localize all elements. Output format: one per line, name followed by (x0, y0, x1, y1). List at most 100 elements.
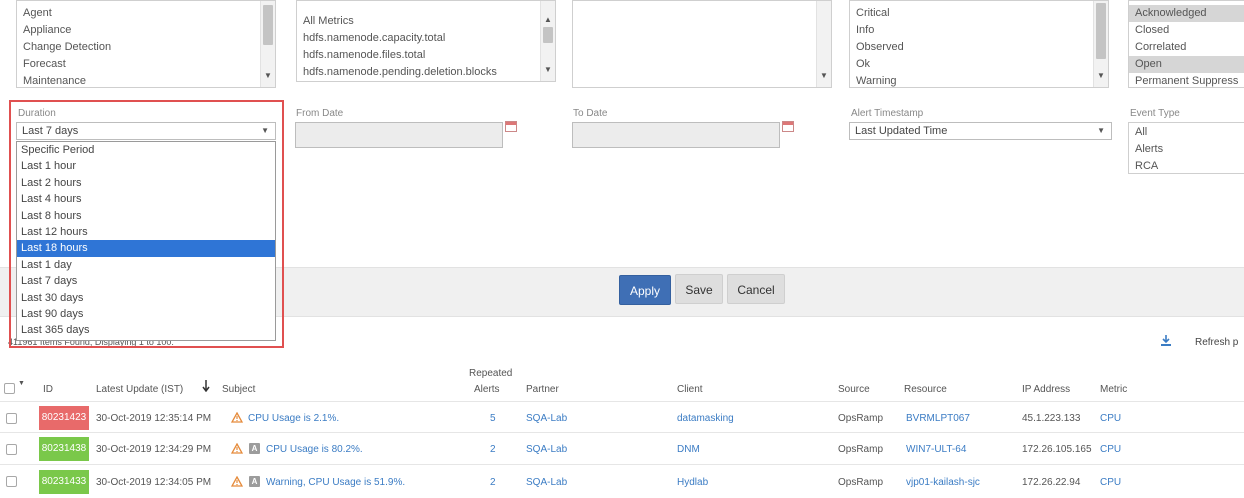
resource-link[interactable]: vjp01-kailash-sjc (906, 477, 980, 488)
duration-select[interactable]: Last 7 days ▼ (16, 122, 276, 140)
status-listbox[interactable]: Acknowledged Closed Correlated Open Perm… (1128, 0, 1244, 88)
status-option[interactable]: Closed (1129, 22, 1244, 39)
repeated-count[interactable]: 2 (490, 477, 496, 488)
severity-option[interactable]: Ok (850, 56, 1094, 73)
duration-option[interactable]: Last 8 hours (17, 208, 275, 224)
source-option[interactable]: Agent (17, 5, 261, 22)
apply-button[interactable]: Apply (619, 275, 671, 305)
duration-dropdown[interactable]: Specific Period Last 1 hour Last 2 hours… (16, 141, 276, 341)
metric-link[interactable]: CPU (1100, 413, 1121, 424)
severity-option[interactable]: Critical (850, 5, 1094, 22)
source-option[interactable]: Maintenance (17, 73, 261, 87)
status-option[interactable]: Acknowledged (1129, 5, 1244, 22)
duration-option[interactable]: Last 1 day (17, 257, 275, 273)
column-header-resource[interactable]: Resource (904, 384, 947, 395)
severity-listbox[interactable]: Critical Info Observed Ok Warning ▼ (849, 0, 1109, 88)
duration-option[interactable]: Specific Period (17, 142, 275, 158)
resource-link[interactable]: BVRMLPT067 (906, 413, 970, 424)
event-type-option[interactable]: Alerts (1129, 141, 1244, 158)
status-option[interactable]: Correlated (1129, 39, 1244, 56)
ip-address: 172.26.105.165 (1022, 444, 1092, 455)
select-all-checkbox[interactable] (4, 383, 15, 394)
resource-link[interactable]: WIN7-ULT-64 (906, 444, 966, 455)
client-link[interactable]: Hydlab (677, 477, 708, 488)
column-header-repeated[interactable]: Repeated (469, 368, 512, 379)
column-header-metric[interactable]: Metric (1100, 384, 1127, 395)
status-option[interactable]: Permanent Suppress (1129, 73, 1244, 87)
metric-link[interactable]: CPU (1100, 477, 1121, 488)
caret-down-icon[interactable]: ▼ (18, 380, 25, 387)
severity-option[interactable]: Observed (850, 39, 1094, 56)
scroll-up-icon[interactable]: ▲ (541, 15, 555, 25)
duration-option[interactable]: Last 12 hours (17, 224, 275, 240)
alert-subject[interactable]: CPU Usage is 2.1%. (248, 413, 339, 424)
event-type-option[interactable]: RCA (1129, 158, 1244, 173)
duration-option[interactable]: Last 30 days (17, 290, 275, 306)
alert-timestamp-select[interactable]: Last Updated Time ▼ (849, 122, 1112, 140)
repeated-count[interactable]: 2 (490, 444, 496, 455)
row-checkbox[interactable] (6, 444, 17, 455)
alert-subject[interactable]: CPU Usage is 80.2%. (266, 444, 363, 455)
severity-option[interactable]: Info (850, 22, 1094, 39)
alert-id[interactable]: 80231438 (39, 437, 89, 461)
metric-link[interactable]: CPU (1100, 444, 1121, 455)
column-header-client[interactable]: Client (677, 384, 703, 395)
from-date-input[interactable] (295, 122, 503, 148)
column-header-partner[interactable]: Partner (526, 384, 559, 395)
source-listbox[interactable]: Agent Appliance Change Detection Forecas… (16, 0, 276, 88)
scroll-down-icon[interactable]: ▼ (261, 71, 275, 81)
metric-scrollbar[interactable]: ▲ ▼ (540, 1, 555, 81)
scroll-down-icon[interactable]: ▼ (541, 65, 555, 75)
duration-option[interactable]: Last 1 hour (17, 158, 275, 174)
alert-subject[interactable]: Warning, CPU Usage is 51.9%. (266, 477, 405, 488)
partner-link[interactable]: SQA-Lab (526, 413, 567, 424)
source-scrollbar[interactable]: ▼ (260, 1, 275, 87)
download-icon[interactable] (1160, 334, 1172, 347)
event-type-listbox[interactable]: All Alerts RCA (1128, 122, 1244, 174)
metric-option[interactable]: All Metrics (297, 13, 541, 30)
metric-option[interactable]: hdfs.namenode.pending.deletion.blocks (297, 64, 541, 81)
alert-id[interactable]: 80231433 (39, 470, 89, 494)
to-date-input[interactable] (572, 122, 780, 148)
source-option[interactable]: Appliance (17, 22, 261, 39)
row-checkbox[interactable] (6, 413, 17, 424)
client-link[interactable]: DNM (677, 444, 700, 455)
repeated-count[interactable]: 5 (490, 413, 496, 424)
column-header-ip-address[interactable]: IP Address (1022, 384, 1070, 395)
metric-option[interactable]: hdfs.namenode.capacity.total (297, 30, 541, 47)
duration-option[interactable]: Last 7 days (17, 273, 275, 289)
source-option[interactable]: Forecast (17, 56, 261, 73)
refresh-label[interactable]: Refresh p (1195, 337, 1238, 348)
save-button[interactable]: Save (675, 274, 723, 304)
source-option[interactable]: Change Detection (17, 39, 261, 56)
severity-option[interactable]: Warning (850, 73, 1094, 87)
row-checkbox[interactable] (6, 476, 17, 487)
client-link[interactable]: datamasking (677, 413, 734, 424)
event-type-option[interactable]: All (1129, 124, 1244, 141)
partner-link[interactable]: SQA-Lab (526, 444, 567, 455)
duration-option[interactable]: Last 4 hours (17, 191, 275, 207)
column-header-source[interactable]: Source (838, 384, 870, 395)
metric-listbox[interactable]: All Metrics hdfs.namenode.capacity.total… (296, 0, 556, 82)
empty-scrollbar[interactable]: ▼ (816, 1, 831, 87)
alert-id[interactable]: 80231423 (39, 406, 89, 430)
calendar-icon[interactable] (505, 121, 517, 132)
metric-option[interactable]: hdfs.namenode.files.total (297, 47, 541, 64)
duration-option-highlighted[interactable]: Last 18 hours (17, 240, 275, 257)
cancel-button[interactable]: Cancel (727, 274, 785, 304)
sort-desc-icon[interactable] (202, 380, 210, 393)
severity-scrollbar[interactable]: ▼ (1093, 1, 1108, 87)
column-header-id[interactable]: ID (43, 384, 53, 395)
scroll-down-icon[interactable]: ▼ (817, 71, 831, 81)
duration-option[interactable]: Last 90 days (17, 306, 275, 322)
column-header-subject[interactable]: Subject (222, 384, 255, 395)
partner-link[interactable]: SQA-Lab (526, 477, 567, 488)
calendar-icon[interactable] (782, 121, 794, 132)
duration-option[interactable]: Last 2 hours (17, 175, 275, 191)
scroll-down-icon[interactable]: ▼ (1094, 71, 1108, 81)
column-header-repeated-alerts[interactable]: Alerts (474, 384, 500, 395)
duration-option[interactable]: Last 365 days (17, 322, 275, 338)
column-header-latest-update[interactable]: Latest Update (IST) (96, 384, 183, 395)
empty-listbox[interactable]: ▼ (572, 0, 832, 88)
status-option[interactable]: Open (1129, 56, 1244, 73)
